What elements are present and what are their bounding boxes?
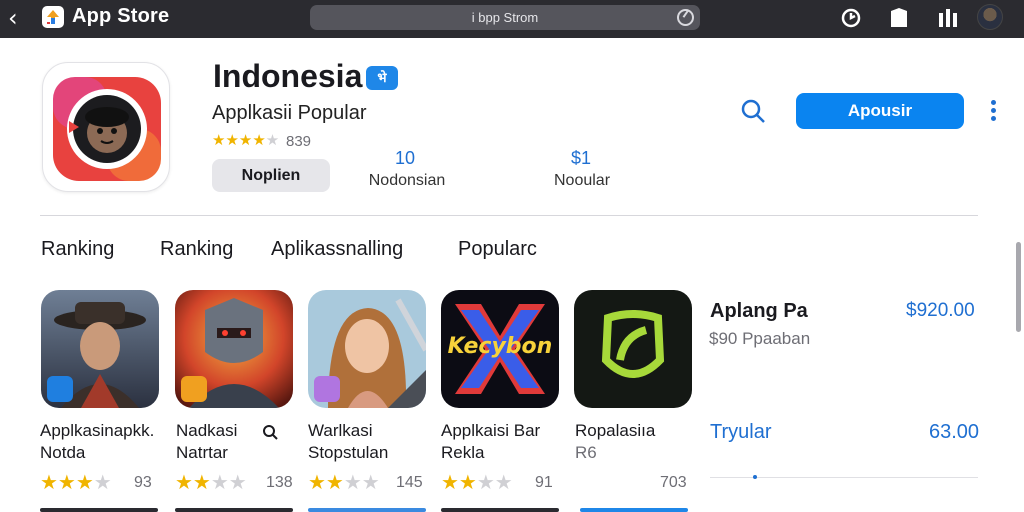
next-row-hint [441,508,559,512]
address-bar[interactable]: i bpp Strom [310,5,700,30]
search-icon[interactable] [740,98,766,124]
tile-1-count: 93 [134,474,152,491]
tile-3-subtitle: Stopstulan [308,443,389,462]
side-item-price[interactable]: $920.00 [906,300,975,322]
tile-2-title: Nadkasi [176,421,238,440]
side-item-2-value: 63.00 [929,421,980,443]
stat-value-2: $1 [570,148,592,168]
tile-4-title: Applkaisi Bar [441,421,541,440]
more-options-icon[interactable] [986,98,1000,124]
library-icon[interactable] [937,7,959,29]
search-icon[interactable] [262,424,278,440]
tile-3-title: Warlkasi [308,421,373,440]
tile-2-subtitle: Natrtar [176,443,228,462]
side-item-title[interactable]: Aplang Pa [710,300,808,323]
tile-4-subtitle: Rekla [441,443,485,462]
tab-ranking-2[interactable]: Ranking [160,238,233,261]
history-icon[interactable] [840,7,862,29]
tile-3-count: 145 [396,474,423,491]
divider [40,215,978,216]
get-button[interactable]: Apousir [796,93,964,129]
tab-ranking-1[interactable]: Ranking [41,238,114,261]
app-tile-2[interactable] [175,290,293,408]
tile-art-text: Kecybon [447,334,553,359]
secondary-button[interactable]: Noplien [212,159,330,192]
tile-5-subtitle: R6 [575,443,597,462]
app-subtitle: Applkasii Popular [212,102,367,124]
tile-2-stars: ★★★★ [175,470,247,494]
tile-badge-icon [47,376,73,402]
app-tile-4[interactable]: Kecybon [441,290,559,408]
app-store-logo-icon [42,6,64,28]
tile-3-stars: ★★★★ [308,470,380,494]
divider [710,477,978,478]
side-item-2-label[interactable]: Tryular [710,421,771,444]
tile-badge-icon [181,376,207,402]
tab-popular[interactable]: Popularc [458,238,537,261]
app-icon [42,62,170,192]
scrollbar[interactable] [1016,242,1021,332]
address-text: i bpp Strom [471,10,539,25]
tile-1-stars: ★★★★ [40,470,112,494]
app-name: Indonesia [213,58,363,94]
tile-1-title: Applkasinapkk. [40,421,155,440]
stat-label-1: Nodonsian [368,172,446,189]
tile-5-count: 703 [660,474,687,491]
next-row-hint [308,508,426,512]
top-bar: ‹ App Store i bpp Strom [0,0,1024,38]
tile-4-count: 91 [535,474,553,491]
app-store-title: App Store [72,5,170,27]
next-row-hint [175,508,293,512]
app-tile-1[interactable] [41,290,159,408]
tile-1-subtitle: Notda [40,443,86,462]
stat-label-2: Nooular [553,172,611,189]
tile-5-title: Ropalasiıa [575,421,656,440]
profile-avatar[interactable] [977,4,1003,30]
side-item-subtitle: $90 Ppaaban [709,329,811,348]
app-tile-3[interactable] [308,290,426,408]
reload-icon[interactable] [677,9,694,26]
tile-badge-icon [314,376,340,402]
next-row-hint [40,508,158,512]
stat-value-1: 10 [394,148,416,168]
tile-2-count: 138 [266,474,293,491]
app-tile-5[interactable] [574,290,692,408]
bookmark-icon[interactable] [888,7,910,29]
tab-aplikasi[interactable]: Aplikassnalling [271,238,403,261]
next-row-hint [580,508,688,512]
app-rating-stars: ★★★★★ [212,131,280,149]
language-badge: भे [366,66,398,90]
back-icon[interactable]: ‹ [8,6,30,30]
app-rating-count: 839 [286,133,312,150]
indicator-dot [753,475,757,479]
tile-4-stars: ★★★★ [441,470,513,494]
